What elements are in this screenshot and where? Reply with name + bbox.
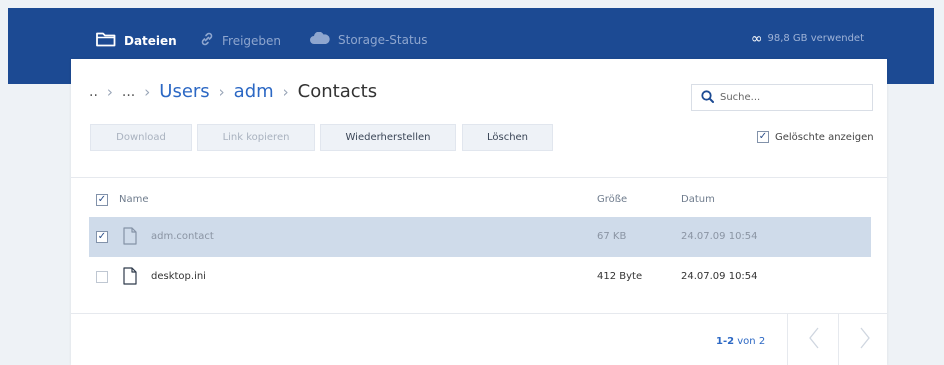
breadcrumb-separator-icon: › bbox=[106, 82, 113, 101]
file-name[interactable]: desktop.ini bbox=[151, 271, 206, 282]
storage-usage-label: 98,8 GB verwendet bbox=[767, 33, 864, 44]
show-deleted-label: Gelöschte anzeigen bbox=[775, 131, 874, 143]
nav-share-label: Freigeben bbox=[222, 33, 282, 48]
show-deleted-toggle[interactable]: ✓ Gelöschte anzeigen bbox=[757, 131, 874, 143]
file-browser-panel: .. › ... › Users › adm › Contacts Downlo… bbox=[71, 59, 887, 365]
breadcrumb-item-users[interactable]: Users bbox=[159, 81, 209, 102]
link-icon bbox=[200, 32, 214, 49]
chevron-left-icon bbox=[808, 327, 820, 353]
storage-usage: ∞ 98,8 GB verwendet bbox=[750, 30, 864, 47]
column-header-date[interactable]: Datum bbox=[681, 194, 715, 205]
copy-link-button[interactable]: Link kopieren bbox=[197, 124, 315, 151]
file-size: 67 KB bbox=[597, 231, 627, 242]
nav-share[interactable]: Freigeben bbox=[200, 32, 281, 49]
column-header-size[interactable]: Größe bbox=[597, 194, 627, 205]
file-date: 24.07.09 10:54 bbox=[681, 231, 758, 242]
file-date: 24.07.09 10:54 bbox=[681, 271, 758, 282]
show-deleted-checkbox[interactable]: ✓ bbox=[757, 131, 769, 143]
select-all-checkbox[interactable]: ✓ bbox=[96, 194, 108, 206]
file-name[interactable]: adm.contact bbox=[151, 231, 214, 242]
nav-storage[interactable]: Storage-Status bbox=[310, 31, 428, 47]
cloud-icon bbox=[310, 31, 330, 47]
breadcrumb-separator-icon: › bbox=[282, 82, 289, 101]
divider bbox=[71, 313, 887, 314]
breadcrumb-item-adm[interactable]: adm bbox=[234, 81, 274, 102]
previous-page-button[interactable] bbox=[787, 314, 839, 365]
file-size: 412 Byte bbox=[597, 271, 643, 282]
delete-button[interactable]: Löschen bbox=[462, 124, 553, 151]
table-row[interactable]: desktop.ini 412 Byte 24.07.09 10:54 bbox=[89, 257, 871, 297]
pagination-range: 1-2 bbox=[716, 336, 735, 347]
breadcrumb-separator-icon: › bbox=[218, 82, 225, 101]
chevron-right-icon bbox=[859, 327, 871, 353]
nav-storage-label: Storage-Status bbox=[338, 32, 428, 47]
table-row[interactable]: ✓ adm.contact 67 KB 24.07.09 10:54 bbox=[89, 217, 871, 257]
row-checkbox[interactable]: ✓ bbox=[96, 231, 108, 243]
folder-icon bbox=[96, 32, 116, 50]
search-box[interactable] bbox=[691, 84, 873, 111]
file-icon bbox=[123, 227, 137, 248]
breadcrumb-root[interactable]: .. bbox=[89, 84, 98, 100]
search-icon bbox=[701, 88, 714, 107]
next-page-button[interactable] bbox=[838, 314, 890, 365]
breadcrumb: .. › ... › Users › adm › Contacts bbox=[89, 81, 377, 102]
file-icon bbox=[123, 267, 137, 288]
search-input[interactable] bbox=[720, 92, 860, 103]
pagination-total: von 2 bbox=[737, 336, 766, 347]
table-header: ✓ Name Größe Datum bbox=[71, 187, 871, 213]
nav-files[interactable]: Dateien bbox=[96, 32, 177, 50]
restore-button[interactable]: Wiederherstellen bbox=[320, 124, 456, 151]
breadcrumb-separator-icon: › bbox=[144, 82, 151, 101]
breadcrumb-ellipsis[interactable]: ... bbox=[122, 84, 135, 100]
pagination-info: 1-2 von 2 bbox=[716, 336, 765, 347]
nav-files-label: Dateien bbox=[124, 34, 177, 48]
divider bbox=[71, 177, 887, 178]
breadcrumb-current: Contacts bbox=[297, 81, 378, 102]
row-checkbox[interactable] bbox=[96, 271, 108, 283]
infinity-icon: ∞ bbox=[750, 30, 763, 47]
column-header-name[interactable]: Name bbox=[119, 194, 149, 205]
download-button[interactable]: Download bbox=[90, 124, 192, 151]
